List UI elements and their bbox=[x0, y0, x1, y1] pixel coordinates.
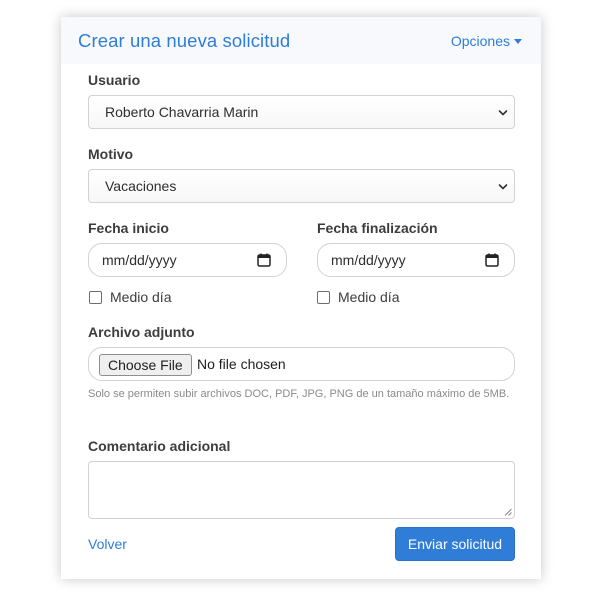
archivo-label: Archivo adjunto bbox=[88, 324, 195, 340]
calendar-icon[interactable] bbox=[257, 253, 271, 267]
choose-file-button[interactable]: Choose File bbox=[99, 354, 192, 376]
motivo-select[interactable]: Vacaciones bbox=[88, 169, 515, 203]
back-link[interactable]: Volver bbox=[88, 536, 127, 552]
chevron-down-icon bbox=[498, 184, 508, 190]
chevron-down-icon bbox=[498, 110, 508, 116]
fecha-fin-label: Fecha finalización bbox=[317, 220, 438, 236]
card-header: Crear una nueva solicitud Opciones bbox=[61, 17, 541, 64]
fecha-fin-half-day[interactable]: Medio día bbox=[317, 289, 399, 305]
fecha-fin-input[interactable]: mm/dd/yyyy bbox=[317, 243, 515, 277]
usuario-label: Usuario bbox=[88, 72, 141, 88]
fecha-fin-placeholder: mm/dd/yyyy bbox=[331, 252, 406, 268]
comentario-label: Comentario adicional bbox=[88, 438, 231, 454]
submit-button[interactable]: Enviar solicitud bbox=[395, 527, 515, 561]
file-upload-field[interactable]: Choose File No file chosen bbox=[88, 347, 515, 381]
request-form-card: Crear una nueva solicitud Opciones Usuar… bbox=[61, 17, 541, 579]
usuario-selected-value: Roberto Chavarria Marin bbox=[105, 104, 259, 120]
resize-grip-icon[interactable] bbox=[504, 508, 512, 516]
usuario-select[interactable]: Roberto Chavarria Marin bbox=[88, 95, 515, 129]
fecha-fin-half-day-label: Medio día bbox=[338, 289, 400, 305]
options-label: Opciones bbox=[450, 33, 510, 49]
fecha-inicio-placeholder: mm/dd/yyyy bbox=[102, 252, 177, 268]
fecha-inicio-input[interactable]: mm/dd/yyyy bbox=[88, 243, 287, 277]
fecha-inicio-label: Fecha inicio bbox=[88, 220, 169, 236]
motivo-selected-value: Vacaciones bbox=[105, 178, 177, 194]
options-dropdown[interactable]: Opciones bbox=[451, 33, 522, 49]
comentario-textarea[interactable] bbox=[88, 461, 515, 519]
fecha-fin-half-day-checkbox[interactable] bbox=[317, 290, 330, 304]
fecha-inicio-half-day-label: Medio día bbox=[110, 289, 172, 305]
calendar-icon[interactable] bbox=[485, 253, 499, 267]
motivo-label: Motivo bbox=[88, 146, 134, 162]
file-help-text: Solo se permiten subir archivos DOC, PDF… bbox=[88, 388, 510, 400]
file-status-text: No file chosen bbox=[197, 356, 286, 372]
fecha-inicio-half-day[interactable]: Medio día bbox=[89, 289, 171, 305]
caret-down-icon bbox=[514, 39, 522, 44]
fecha-inicio-half-day-checkbox[interactable] bbox=[89, 290, 102, 304]
page-title: Crear una nueva solicitud bbox=[78, 30, 291, 51]
